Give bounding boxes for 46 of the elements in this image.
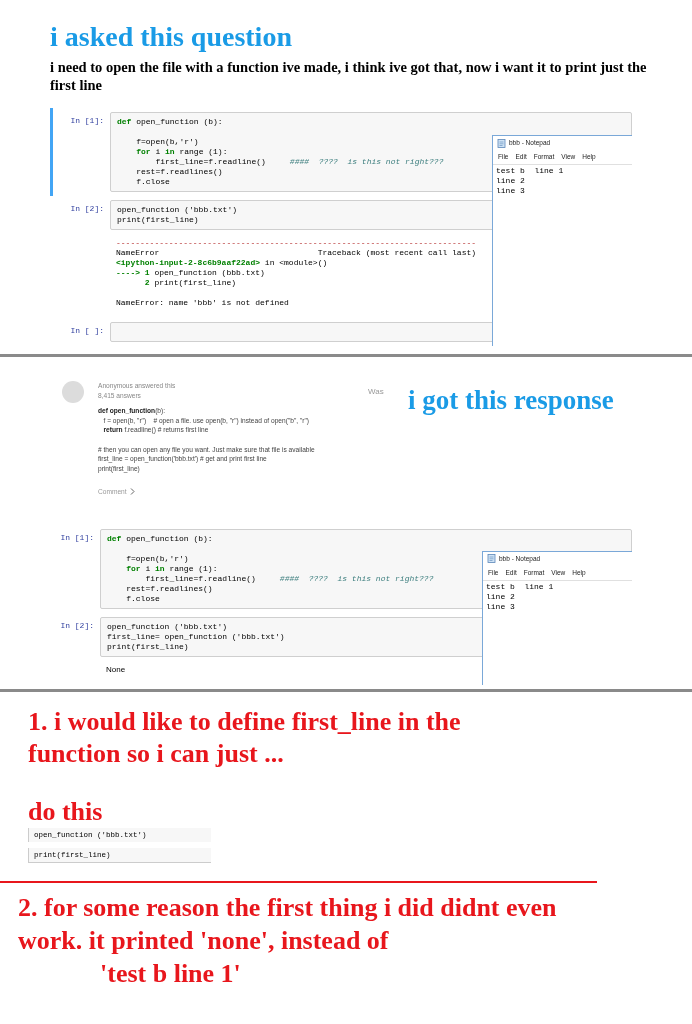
quoted-text: 'test b line 1' <box>100 957 241 990</box>
output-line: None <box>106 664 126 675</box>
note-text: 1. i would like to define first_line in the function so i can just ... <box>28 705 462 770</box>
note-subtitle: do this <box>28 797 104 826</box>
code-line: def open_function (b): <box>117 117 223 127</box>
code-line: def open_function (b): <box>107 533 213 544</box>
code-line: print(first_line) <box>117 215 199 225</box>
question-title: i asked this question <box>50 22 293 52</box>
cell-prompt: In [2]: <box>69 203 105 215</box>
output-line: <ipython-input-2-8c6b9aaf22ad> in <module>() <box>116 258 328 268</box>
code-line: f=open(b,'r') <box>135 137 199 147</box>
output-line: NameError: name 'bbb' is not defined <box>116 298 289 308</box>
code-line: rest=f.readlines() <box>135 167 223 177</box>
code-line: for i in range (1): <box>125 563 218 574</box>
output-line: 2 print(first_line) <box>143 278 237 288</box>
avatar <box>62 381 84 403</box>
code-line: print(first_line) <box>107 641 189 652</box>
code-line: for i in range (1): <box>135 147 228 157</box>
output-line: NameError Traceback (most recent call last) <box>116 248 477 258</box>
code-line: first_line=f.readline() #### ???? is this not right??? <box>144 573 434 584</box>
text-line: line 2 <box>486 591 515 602</box>
code-line: f.close <box>135 177 170 187</box>
code-line: f=open(b,'r') <box>125 553 189 564</box>
chevron-icon <box>129 488 135 496</box>
notepad-icon <box>487 554 496 563</box>
code-line: first_line=f.readline() #### ???? is this not right??? <box>154 157 444 167</box>
output-line: --------------------------------------------------------------------------- <box>116 238 477 248</box>
question-text: i need to open the file with a function ive made, i think ive got that, now i want it to print just the first line <box>50 58 648 94</box>
code-line: open_function ('bbb.txt') <box>117 205 238 215</box>
text-line: test b line 1 <box>496 166 564 176</box>
code-line: rest=f.readlines() <box>125 583 213 594</box>
cell-prompt: In [1]: <box>69 115 105 127</box>
output-line: ----> 1 open_function (bbb.txt) <box>116 268 265 278</box>
note-text: 2. for some reason the first thing i did didnt even work. it printed 'none', instead of <box>18 891 558 957</box>
response-label: i got this response <box>408 385 614 415</box>
notepad-icon <box>497 138 506 148</box>
side-label: Was <box>368 387 385 396</box>
code-line: open_function ('bbb.txt') <box>107 621 228 632</box>
cell-prompt: In [2]: <box>59 619 95 632</box>
cell-prompt: In [1]: <box>59 531 95 544</box>
text-line: test b line 1 <box>486 581 554 592</box>
cell-prompt: In [ ]: <box>69 325 105 337</box>
code-line: f.close <box>125 593 160 604</box>
text-line: line 3 <box>486 601 515 612</box>
text-line: line 2 <box>496 176 525 186</box>
code-line: first_line= open_function ('bbb.txt') <box>107 631 285 642</box>
